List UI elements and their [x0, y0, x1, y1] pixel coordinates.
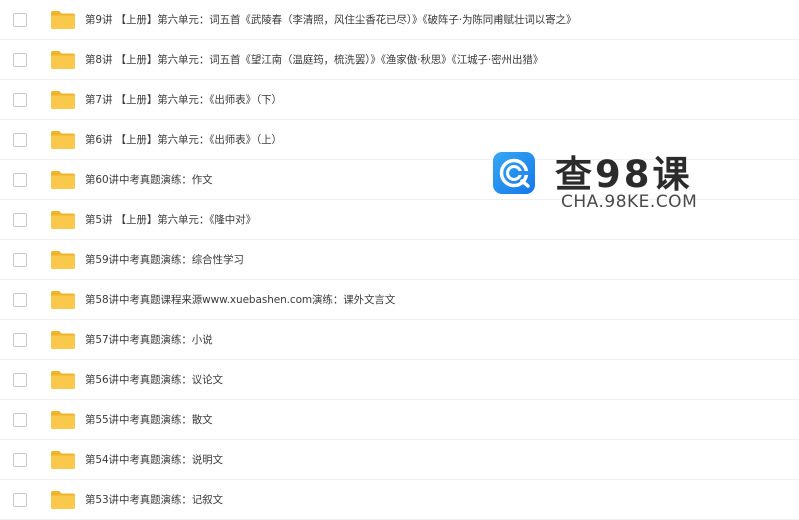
- row-checkbox[interactable]: [13, 52, 27, 67]
- row-label[interactable]: 第5讲 【上册】第六单元：《隆中对》: [85, 212, 256, 227]
- folder-icon: [50, 250, 76, 270]
- row-label[interactable]: 第9讲 【上册】第六单元：词五首《武陵春（李清照，风住尘香花已尽）》《破阵子·为…: [85, 12, 576, 27]
- row-label[interactable]: 第53讲中考真题演练：记叙文: [85, 492, 223, 507]
- row-checkbox[interactable]: [13, 12, 27, 27]
- row-checkbox[interactable]: [13, 212, 27, 227]
- row-label[interactable]: 第58讲中考真题课程来源www.xuebashen.com演练：课外文言文: [85, 292, 395, 307]
- file-row[interactable]: 第55讲中考真题演练：散文: [0, 400, 799, 440]
- folder-icon: [50, 210, 76, 230]
- folder-icon: [50, 50, 76, 70]
- row-label[interactable]: 第6讲 【上册】第六单元：《出师表》（上）: [85, 132, 282, 147]
- row-label[interactable]: 第60讲中考真题演练：作文: [85, 172, 213, 187]
- row-label[interactable]: 第54讲中考真题演练：说明文: [85, 452, 223, 467]
- file-row[interactable]: 第7讲 【上册】第六单元：《出师表》（下）: [0, 80, 799, 120]
- folder-icon: [50, 170, 76, 190]
- file-row[interactable]: 第8讲 【上册】第六单元：词五首《望江南（温庭筠，梳洗罢）》《渔家傲·秋思》《江…: [0, 40, 799, 80]
- watermark-title: 查98课: [555, 153, 693, 196]
- watermark: 查98课 CHA.98KE.COM: [493, 148, 723, 218]
- folder-icon: [50, 10, 76, 30]
- row-checkbox[interactable]: [13, 172, 27, 187]
- row-label[interactable]: 第57讲中考真题演练：小说: [85, 332, 213, 347]
- row-label[interactable]: 第7讲 【上册】第六单元：《出师表》（下）: [85, 92, 282, 107]
- folder-icon: [50, 290, 76, 310]
- row-label[interactable]: 第8讲 【上册】第六单元：词五首《望江南（温庭筠，梳洗罢）》《渔家傲·秋思》《江…: [85, 52, 543, 67]
- file-row[interactable]: 第53讲中考真题演练：记叙文: [0, 480, 799, 520]
- row-checkbox[interactable]: [13, 252, 27, 267]
- folder-icon: [50, 490, 76, 510]
- file-row[interactable]: 第59讲中考真题演练：综合性学习: [0, 240, 799, 280]
- row-checkbox[interactable]: [13, 452, 27, 467]
- folder-icon: [50, 90, 76, 110]
- file-row[interactable]: 第58讲中考真题课程来源www.xuebashen.com演练：课外文言文: [0, 280, 799, 320]
- row-label[interactable]: 第59讲中考真题演练：综合性学习: [85, 252, 244, 267]
- watermark-url: CHA.98KE.COM: [561, 192, 698, 212]
- row-checkbox[interactable]: [13, 492, 27, 507]
- file-row[interactable]: 第9讲 【上册】第六单元：词五首《武陵春（李清照，风住尘香花已尽）》《破阵子·为…: [0, 0, 799, 40]
- row-label[interactable]: 第55讲中考真题演练：散文: [85, 412, 213, 427]
- file-row[interactable]: 第56讲中考真题演练：议论文: [0, 360, 799, 400]
- folder-icon: [50, 370, 76, 390]
- file-row[interactable]: 第54讲中考真题演练：说明文: [0, 440, 799, 480]
- folder-icon: [50, 130, 76, 150]
- row-label[interactable]: 第56讲中考真题演练：议论文: [85, 372, 223, 387]
- row-checkbox[interactable]: [13, 132, 27, 147]
- folder-icon: [50, 330, 76, 350]
- row-checkbox[interactable]: [13, 372, 27, 387]
- row-checkbox[interactable]: [13, 412, 27, 427]
- row-checkbox[interactable]: [13, 292, 27, 307]
- row-checkbox[interactable]: [13, 92, 27, 107]
- folder-icon: [50, 410, 76, 430]
- folder-icon: [50, 450, 76, 470]
- file-row[interactable]: 第57讲中考真题演练：小说: [0, 320, 799, 360]
- watermark-logo-icon: [493, 152, 535, 194]
- file-list: 第9讲 【上册】第六单元：词五首《武陵春（李清照，风住尘香花已尽）》《破阵子·为…: [0, 0, 799, 520]
- row-checkbox[interactable]: [13, 332, 27, 347]
